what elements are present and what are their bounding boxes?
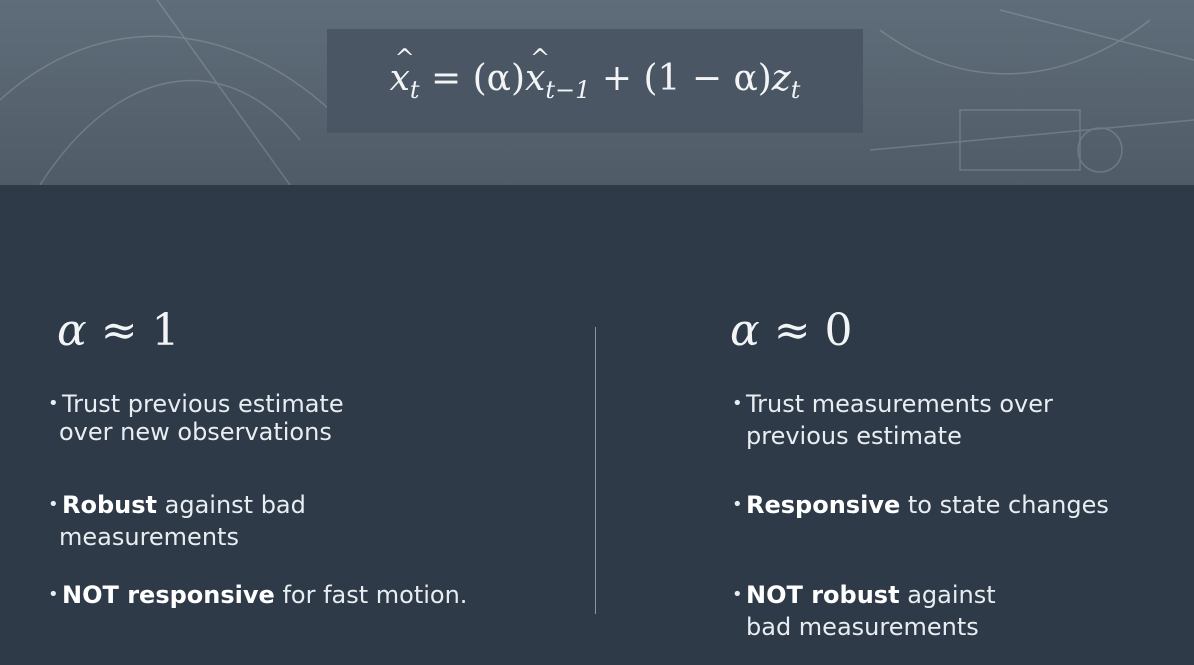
- bullet-icon: •: [732, 494, 743, 515]
- equals-sign: =: [430, 58, 462, 99]
- bullet-bold-text: Robust: [62, 491, 157, 519]
- alpha-term: (α): [472, 58, 526, 99]
- bullet-text: Trust previous estimate: [62, 390, 344, 418]
- smoothing-formula: xt = (α)xt−1 + (1 − α)zt: [390, 44, 801, 104]
- bullet-icon: •: [48, 393, 59, 414]
- bullet-bold-text: NOT responsive: [62, 581, 275, 609]
- bullet-text: Trust measurements over: [746, 390, 1053, 418]
- bullet-text: to state changes: [900, 491, 1109, 519]
- list-item: • NOT responsive for fast motion.: [48, 581, 468, 609]
- z-var: z: [771, 58, 791, 99]
- bullet-icon: •: [48, 584, 59, 605]
- formula-box: xt = (α)xt−1 + (1 − α)zt: [327, 29, 863, 133]
- list-item: • Trust previous estimate over new obser…: [48, 390, 344, 446]
- alpha-symbol: α: [57, 305, 87, 356]
- left-heading: α ≈ 1: [57, 305, 180, 365]
- bullet-text: against: [899, 581, 996, 609]
- left-column: α ≈ 1 • Trust previous estimate over new…: [48, 305, 467, 609]
- bullet-text: for fast motion.: [274, 581, 468, 609]
- right-heading: α ≈ 0: [730, 305, 853, 365]
- one-minus-alpha-term: (1 − α): [643, 58, 772, 99]
- alpha-symbol: α: [730, 305, 760, 356]
- bullet-icon: •: [732, 584, 743, 605]
- list-item: • Robust against bad measurements: [48, 491, 306, 551]
- approx-zero: ≈ 0: [759, 305, 853, 356]
- list-item: • Trust measurements over previous estim…: [732, 390, 1053, 450]
- subscript-t: t: [409, 76, 420, 104]
- subscript-t-z: t: [790, 76, 801, 104]
- bullet-text-line2: previous estimate: [746, 422, 962, 450]
- subscript-t-minus-1: t−1: [545, 76, 591, 104]
- bullet-text-line2: over new observations: [59, 418, 332, 446]
- approx-one: ≈ 1: [86, 305, 180, 356]
- bullet-bold-text: NOT robust: [746, 581, 900, 609]
- bullet-icon: •: [732, 393, 743, 414]
- bullet-text-line2: bad measurements: [746, 613, 979, 641]
- column-divider: [595, 327, 596, 614]
- bullet-bold-text: Responsive: [746, 491, 901, 519]
- bullet-icon: •: [48, 494, 59, 515]
- x-hat-var: x: [390, 44, 416, 99]
- x-hat-prev-var: x: [525, 44, 551, 99]
- list-item: • NOT robust against bad measurements: [732, 581, 996, 641]
- right-column: α ≈ 0 • Trust measurements over previous…: [730, 305, 1109, 641]
- plus-sign: +: [601, 58, 632, 99]
- header-band: xt = (α)xt−1 + (1 − α)zt: [0, 0, 1194, 185]
- bullet-text-line2: measurements: [59, 523, 239, 551]
- bullet-text: against bad: [157, 491, 306, 519]
- list-item: • Responsive to state changes: [732, 491, 1109, 519]
